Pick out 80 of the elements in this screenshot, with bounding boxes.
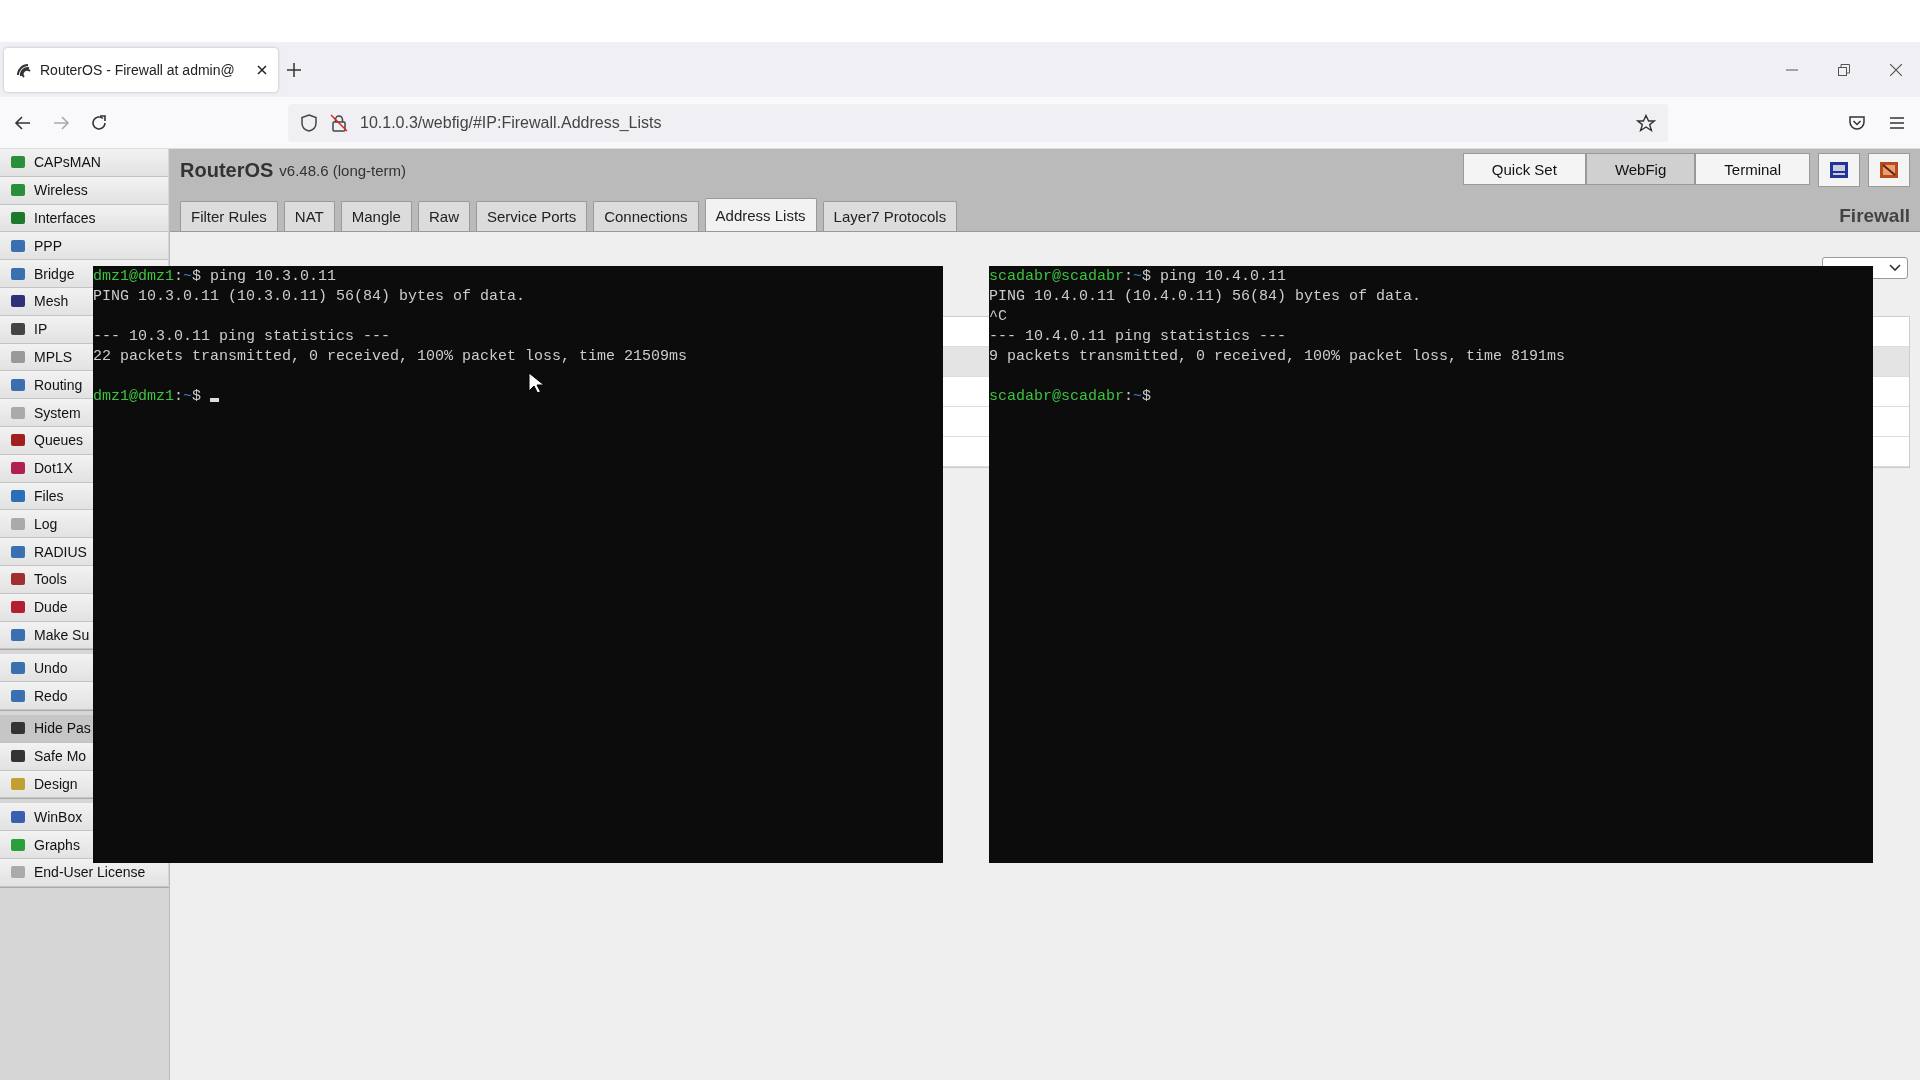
square-icon <box>10 572 26 587</box>
mouse-pointer-icon <box>528 372 545 394</box>
square-icon <box>10 660 26 675</box>
square-icon <box>10 238 26 253</box>
terminal-line: PING 10.4.0.11 (10.4.0.11) 56(84) bytes of data. <box>989 287 1422 307</box>
sidebar-item[interactable]: IP <box>10 322 48 337</box>
caret-icon[interactable] <box>1889 264 1901 272</box>
sidebar-item[interactable]: Log <box>10 516 58 531</box>
section-tab[interactable]: Raw <box>417 201 470 231</box>
section-tab[interactable]: Filter Rules <box>180 201 278 231</box>
square-icon <box>10 266 26 281</box>
browser-tab[interactable]: RouterOS - Firewall at admin@ <box>4 47 278 92</box>
square-icon <box>10 837 26 852</box>
terminal-line: --- 10.4.0.11 ping statistics --- <box>989 327 1287 347</box>
icon-button[interactable] <box>1868 153 1910 187</box>
square-icon <box>10 776 26 791</box>
product-name: RouterOS <box>180 158 274 182</box>
sidebar-item[interactable]: Files <box>10 488 64 503</box>
square-icon <box>10 405 26 420</box>
square-icon <box>10 322 26 337</box>
square-icon <box>10 377 26 392</box>
square-icon <box>10 433 26 448</box>
mode-button[interactable]: Quick Set <box>1462 153 1586 185</box>
sidebar-item[interactable]: Redo <box>10 688 68 703</box>
sidebar-item[interactable]: Tools <box>10 572 67 587</box>
terminal-line: dmz1@dmz1:~$ <box>93 387 220 407</box>
sidebar-item[interactable]: Dot1X <box>10 461 73 476</box>
close-icon[interactable] <box>256 63 268 76</box>
square-icon <box>10 488 26 503</box>
square-icon <box>10 544 26 559</box>
icon-button[interactable] <box>1818 153 1860 187</box>
sidebar-item[interactable]: Mesh <box>10 294 69 309</box>
section-tab[interactable]: Address Lists <box>704 198 817 231</box>
sidebar-item[interactable]: PPP <box>10 238 62 253</box>
square-icon <box>10 749 26 764</box>
pocket-icon[interactable] <box>1848 113 1866 132</box>
section-tab[interactable]: Layer7 Protocols <box>822 201 958 231</box>
mode-button[interactable]: Terminal <box>1695 153 1810 185</box>
square-icon <box>10 155 26 170</box>
sidebar-item[interactable]: Undo <box>10 660 68 675</box>
square-icon <box>10 516 26 531</box>
close-icon[interactable] <box>1890 63 1902 76</box>
address-field[interactable]: 10.1.0.3/webfig/#IP:Firewall.Address_Lists <box>288 103 1668 142</box>
star-icon[interactable] <box>1636 113 1656 132</box>
square-icon <box>10 600 26 615</box>
square-icon <box>10 294 26 309</box>
back-arrow-icon[interactable] <box>14 113 32 132</box>
reload-icon[interactable] <box>90 113 108 132</box>
new-tab-icon[interactable] <box>286 61 302 78</box>
terminal-line: scadabr@scadabr:~$ ping 10.4.0.11 <box>989 267 1287 287</box>
square-icon <box>10 461 26 476</box>
terminal-line: --- 10.3.0.11 ping statistics --- <box>93 327 391 347</box>
square-icon <box>10 211 26 225</box>
square-icon <box>10 183 26 198</box>
square-icon <box>10 865 26 880</box>
section-tab[interactable]: Mangle <box>340 201 412 231</box>
sidebar-item[interactable]: MPLS <box>10 349 73 364</box>
section-tab[interactable]: Connections <box>593 201 699 231</box>
window-icon <box>1879 161 1899 179</box>
terminal-line: ^C <box>989 307 1007 327</box>
version-label: v6.48.6 (long-term) <box>279 161 407 179</box>
shield-icon[interactable] <box>300 113 318 132</box>
lock-strike-icon[interactable] <box>330 113 348 132</box>
section-tab[interactable]: Service Ports <box>475 201 588 231</box>
square-icon <box>10 627 26 642</box>
mode-button[interactable]: WebFig <box>1585 153 1696 185</box>
square-icon <box>10 809 26 824</box>
square-icon <box>10 349 26 364</box>
terminal-line: dmz1@dmz1:~$ ping 10.3.0.11 <box>93 267 337 287</box>
square-icon <box>10 721 26 736</box>
terminal-line: PING 10.3.0.11 (10.3.0.11) 56(84) bytes of data. <box>93 287 526 307</box>
terminal-line: scadabr@scadabr:~$ <box>989 387 1152 407</box>
section-title: Firewall <box>1839 205 1910 227</box>
square-icon <box>10 688 26 703</box>
monitor-icon <box>1829 161 1849 179</box>
terminal-line: 9 packets transmitted, 0 received, 100% packet loss, time 8191ms <box>989 347 1566 367</box>
sidebar-item[interactable]: Dude <box>10 600 68 615</box>
terminal-line: 22 packets transmitted, 0 received, 100% packet loss, time 21509ms <box>93 347 688 367</box>
section-tab[interactable]: NAT <box>283 201 335 231</box>
restore-icon[interactable] <box>1838 63 1850 76</box>
